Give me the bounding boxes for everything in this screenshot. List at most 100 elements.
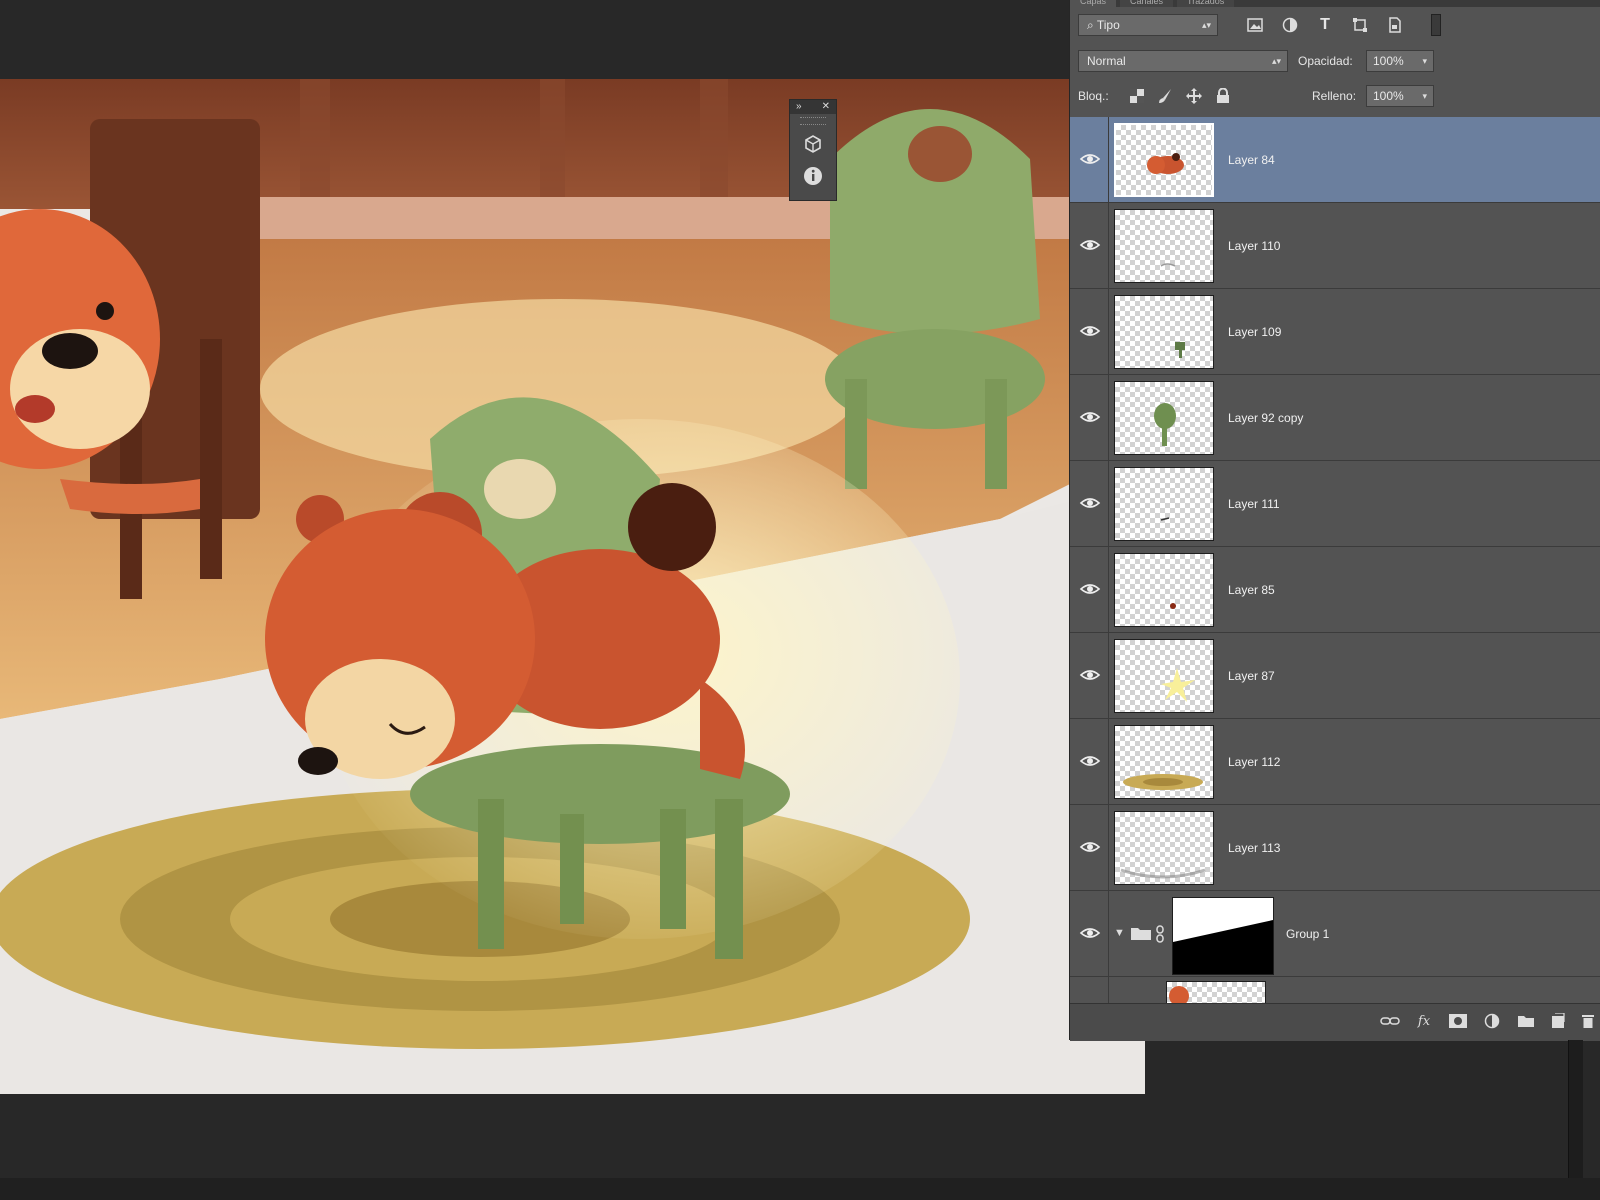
fill-value: 100% (1373, 89, 1404, 103)
illustration-artwork (0, 79, 1145, 1094)
layer-list[interactable]: Layer 84 Layer 110 Layer 109 Layer 92 co… (1070, 117, 1600, 1003)
updown-arrow-icon: ▴▾ (1271, 56, 1281, 66)
filter-type-text-icon[interactable]: T (1314, 14, 1336, 36)
layer-name[interactable]: Layer 92 copy (1228, 375, 1303, 461)
lock-paint-brush-icon[interactable] (1154, 85, 1176, 107)
adjustment-layer-icon[interactable] (1482, 1012, 1502, 1030)
close-icon[interactable]: ✕ (822, 100, 830, 114)
layer-thumbnail[interactable] (1114, 295, 1214, 369)
trash-icon[interactable] (1578, 1012, 1598, 1030)
layer-row[interactable]: Layer 113 (1070, 805, 1600, 891)
layer-name[interactable]: Layer 109 (1228, 289, 1281, 375)
filter-type-label: Tipo (1096, 18, 1120, 32)
new-layer-icon[interactable] (1548, 1012, 1568, 1030)
eye-icon[interactable] (1079, 665, 1101, 685)
layer-row[interactable]: Layer 92 copy (1070, 375, 1600, 461)
link-icon[interactable] (1380, 1012, 1400, 1030)
fx-icon[interactable]: fx (1414, 1012, 1434, 1030)
divider (1108, 547, 1109, 633)
opacity-label: Opacidad: (1298, 54, 1353, 68)
collapse-icon[interactable]: » (796, 100, 802, 114)
layer-name[interactable]: Layer 111 (1228, 461, 1280, 547)
floating-mini-panel: » ✕ (789, 99, 837, 201)
dropdown-arrow-icon[interactable]: ▾ (1422, 51, 1427, 71)
layer-name[interactable]: Layer 113 (1228, 805, 1280, 891)
eye-icon[interactable] (1079, 837, 1101, 857)
layer-name[interactable]: Layer 85 (1228, 547, 1275, 633)
filter-toggle-icon[interactable] (1425, 14, 1447, 36)
layer-row[interactable]: Layer 109 (1070, 289, 1600, 375)
filter-shape-icon[interactable] (1349, 14, 1371, 36)
layer-thumbnail[interactable] (1114, 811, 1214, 885)
lock-all-icon[interactable] (1212, 85, 1234, 107)
mini-panel-titlebar[interactable]: » ✕ (790, 100, 836, 114)
info-icon[interactable] (800, 163, 826, 189)
filter-smart-object-icon[interactable] (1384, 14, 1406, 36)
fill-label: Relleno: (1312, 89, 1357, 103)
layer-name[interactable]: Group 1 (1286, 891, 1329, 977)
expand-triangle-icon[interactable]: ▼ (1114, 927, 1125, 939)
layer-thumbnail[interactable] (1114, 209, 1214, 283)
layer-row[interactable]: Layer 84 (1070, 117, 1600, 203)
opacity-input[interactable]: 100% ▾ (1366, 50, 1434, 72)
layer-name[interactable]: Layer 110 (1228, 203, 1280, 289)
panel-grip[interactable] (800, 117, 826, 125)
filter-pixel-icon[interactable] (1244, 14, 1266, 36)
layer-thumbnail[interactable] (1114, 725, 1214, 799)
divider (1108, 461, 1109, 547)
layer-row[interactable]: Layer 87 (1070, 633, 1600, 719)
filter-type-select[interactable]: ⌕ Tipo ▴▾ (1078, 14, 1218, 36)
layer-thumbnail[interactable] (1114, 467, 1214, 541)
eye-icon[interactable] (1079, 751, 1101, 771)
new-group-icon[interactable] (1516, 1012, 1536, 1030)
divider (1108, 375, 1109, 461)
layers-panel: Capas Canales Trazados ⌕ Tipo ▴▾ T Norma… (1069, 0, 1600, 1041)
fill-input[interactable]: 100% ▾ (1366, 85, 1434, 107)
tab-channels[interactable]: Canales (1120, 0, 1174, 7)
layer-thumbnail[interactable] (1166, 981, 1266, 1003)
lock-move-icon[interactable] (1183, 85, 1205, 107)
updown-arrow-icon: ▴▾ (1201, 20, 1211, 30)
layer-row-partial[interactable] (1070, 977, 1600, 1003)
eye-icon[interactable] (1079, 149, 1101, 169)
divider (1108, 805, 1109, 891)
layer-thumbnail[interactable] (1114, 123, 1214, 197)
blend-mode-select[interactable]: Normal ▴▾ (1078, 50, 1288, 72)
layer-group-row[interactable]: ▼ Group 1 (1070, 891, 1600, 977)
tab-layers[interactable]: Capas (1070, 0, 1117, 7)
layer-name[interactable]: Layer 112 (1228, 719, 1280, 805)
layer-name[interactable]: Layer 87 (1228, 633, 1275, 719)
divider (1108, 117, 1109, 203)
dropdown-arrow-icon[interactable]: ▾ (1422, 86, 1427, 106)
vertical-scrollbar[interactable] (1568, 1040, 1583, 1178)
layer-row[interactable]: Layer 112 (1070, 719, 1600, 805)
layer-thumbnail[interactable] (1114, 381, 1214, 455)
document-canvas[interactable] (0, 79, 1145, 1094)
opacity-value: 100% (1373, 54, 1404, 68)
layers-panel-footer: fx (1070, 1003, 1600, 1041)
divider (1108, 203, 1109, 289)
layer-mask-icon[interactable] (1448, 1012, 1468, 1030)
layer-thumbnail[interactable] (1114, 639, 1214, 713)
layer-row[interactable]: Layer 111 (1070, 461, 1600, 547)
divider (1108, 891, 1109, 977)
eye-icon[interactable] (1079, 235, 1101, 255)
eye-icon[interactable] (1079, 579, 1101, 599)
blend-mode-value: Normal (1087, 54, 1126, 68)
layer-row[interactable]: Layer 110 (1070, 203, 1600, 289)
layer-row[interactable]: Layer 85 (1070, 547, 1600, 633)
tab-paths[interactable]: Trazados (1177, 0, 1235, 7)
eye-icon[interactable] (1079, 321, 1101, 341)
search-icon: ⌕ (1087, 18, 1094, 32)
lock-transparency-icon[interactable] (1126, 85, 1148, 107)
chain-link-icon[interactable] (1155, 925, 1165, 948)
eye-icon[interactable] (1079, 493, 1101, 513)
eye-icon[interactable] (1079, 923, 1101, 943)
layer-thumbnail[interactable] (1114, 553, 1214, 627)
layer-name[interactable]: Layer 84 (1228, 117, 1275, 203)
eye-icon[interactable] (1079, 407, 1101, 427)
layer-mask-thumbnail[interactable] (1172, 897, 1274, 975)
filter-adjustment-icon[interactable] (1279, 14, 1301, 36)
panel-tabs: Capas Canales Trazados (1070, 0, 1600, 7)
3d-icon[interactable] (800, 131, 826, 157)
